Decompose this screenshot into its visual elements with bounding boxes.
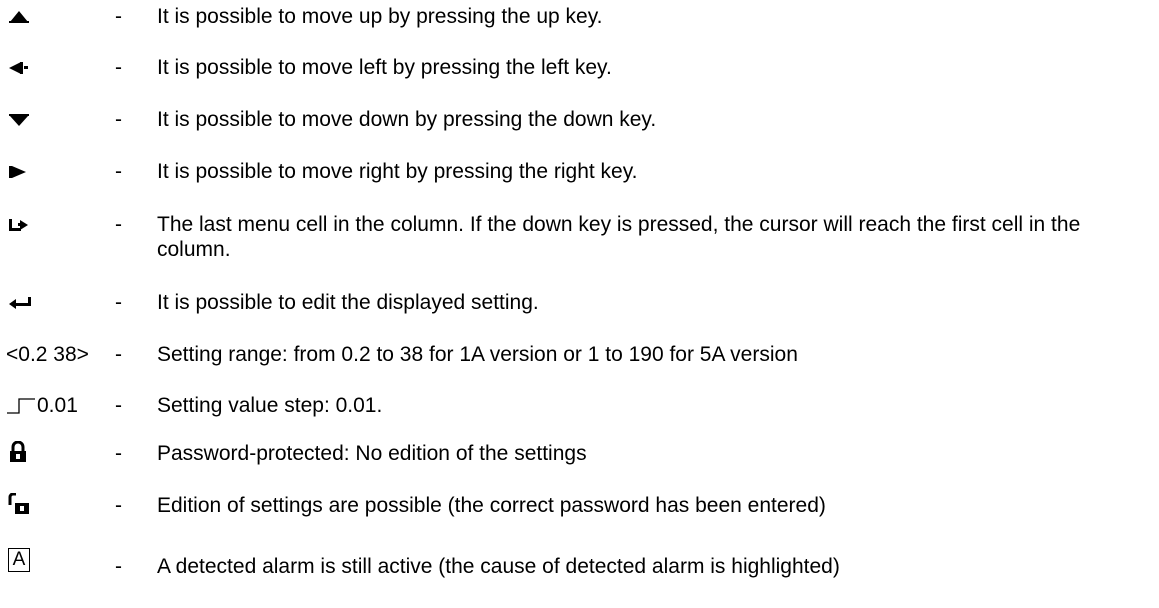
separator: -	[115, 343, 122, 366]
separator: -	[115, 5, 122, 28]
description: Password-protected: No edition of the se…	[157, 442, 587, 465]
separator: -	[115, 291, 122, 314]
description: It is possible to move right by pressing…	[157, 160, 638, 183]
separator: -	[115, 160, 122, 183]
enter-key-icon	[8, 292, 34, 314]
description: It is possible to edit the displayed set…	[157, 291, 539, 314]
step-value: 0.01	[37, 394, 78, 417]
separator: -	[115, 494, 122, 517]
description: Setting value step: 0.01.	[157, 394, 383, 417]
separator: -	[115, 108, 122, 131]
up-arrow-icon	[8, 6, 30, 28]
separator: -	[115, 442, 122, 465]
separator: -	[115, 56, 122, 79]
description: A detected alarm is still active (the ca…	[157, 555, 840, 578]
range-symbol: <0.2 38>	[6, 343, 89, 366]
description: It is possible to move up by pressing th…	[157, 5, 603, 28]
down-arrow-icon	[8, 109, 30, 131]
description: Setting range: from 0.2 to 38 for 1A ver…	[157, 343, 798, 366]
description: Edition of settings are possible (the co…	[157, 494, 826, 517]
description: It is possible to move left by pressing …	[157, 56, 612, 79]
wrap-around-icon	[8, 214, 32, 236]
separator: -	[115, 213, 122, 236]
description: The last menu cell in the column. If the…	[157, 213, 1081, 261]
padlock-closed-icon	[8, 441, 28, 463]
padlock-open-icon	[8, 493, 30, 515]
step-icon	[6, 395, 36, 417]
right-arrow-icon	[8, 161, 30, 183]
alarm-box-symbol: A	[8, 548, 30, 572]
description: It is possible to move down by pressing …	[157, 108, 657, 131]
symbol-legend: - It is possible to move up by pressing …	[0, 0, 1159, 608]
separator: -	[115, 394, 122, 417]
left-arrow-icon	[8, 57, 30, 79]
separator: -	[115, 555, 122, 578]
